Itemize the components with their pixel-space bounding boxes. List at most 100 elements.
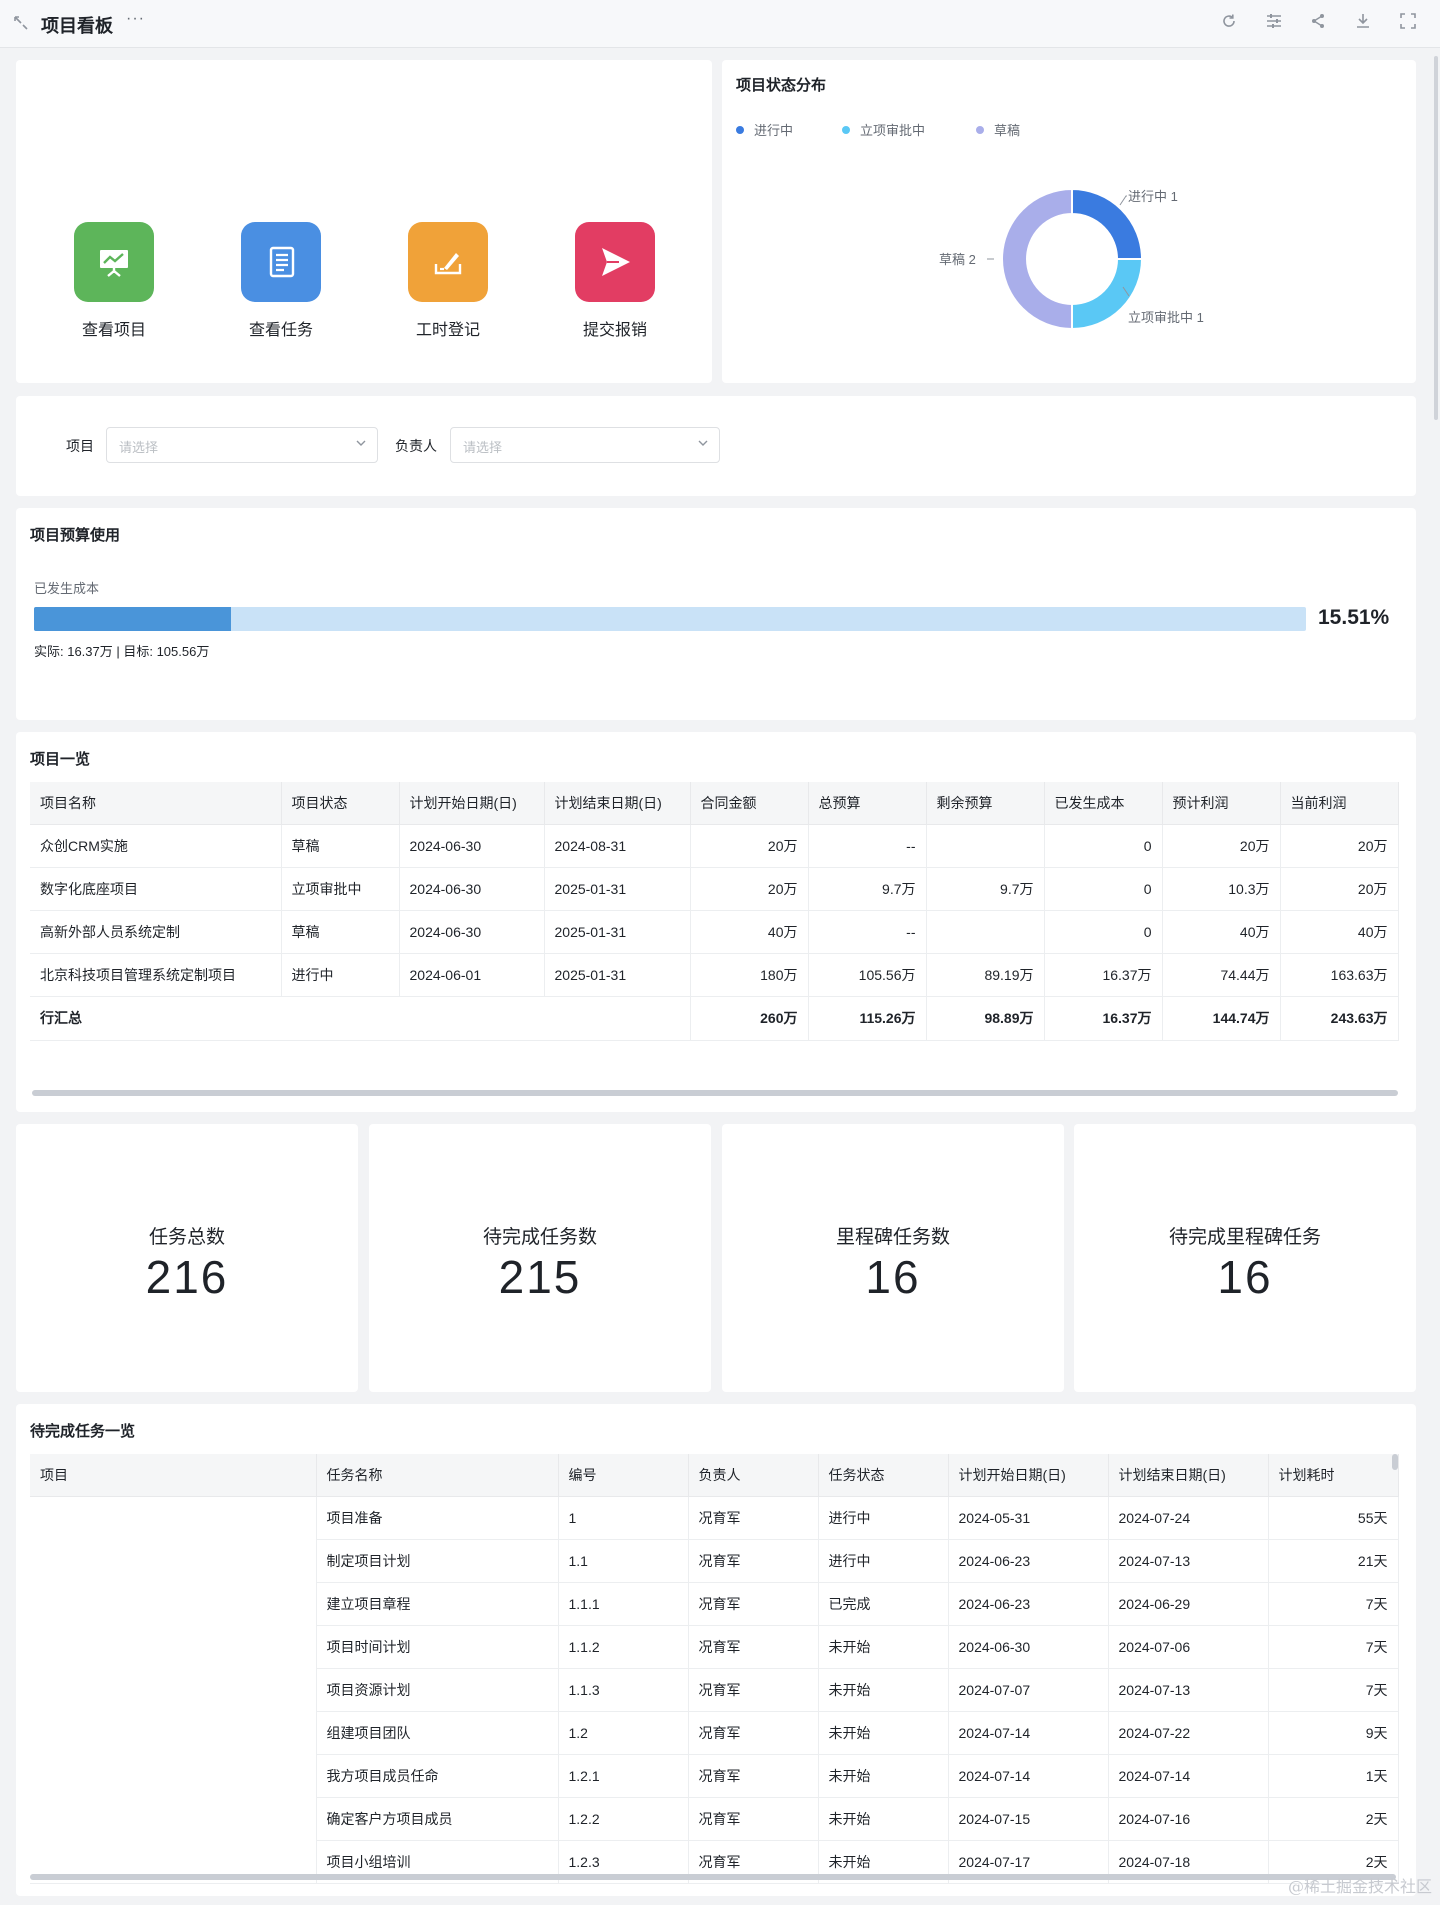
chevron-down-icon <box>697 437 709 452</box>
projects-card: 项目一览 项目名称 项目状态 计划开始日期(日) 计划结束日期(日) 合同金额 … <box>16 732 1416 1112</box>
quick-action-label: 提交报销 <box>582 322 647 339</box>
table-cell: 40万 <box>690 910 809 954</box>
table-cell: 2024-07-14 <box>948 1754 1109 1798</box>
table-row[interactable]: 项目准备 1 况育军 进行中 2024-05-31 2024-07-24 55天 <box>30 1496 1399 1884</box>
kpi-card-milestone-tasks: 里程碑任务数 16 <box>722 1124 1064 1392</box>
table-cell: 建立项目章程 <box>316 1582 559 1626</box>
total-cell: 16.37万 <box>1044 996 1163 1041</box>
table-cell: 未开始 <box>818 1754 949 1798</box>
budget-progress-fill <box>34 607 232 631</box>
page-scrollbar[interactable] <box>1434 56 1438 420</box>
document-list-icon <box>241 222 321 302</box>
table-cell: 2024-07-24 <box>1108 1496 1269 1540</box>
fullscreen-icon[interactable] <box>1397 12 1419 34</box>
table-cell: 40万 <box>1280 910 1399 954</box>
table-cell: 1.2 <box>558 1711 689 1755</box>
kpi-value: 216 <box>145 1251 229 1303</box>
table-cell: 况育军 <box>688 1711 819 1755</box>
table-cell: 163.63万 <box>1280 953 1399 997</box>
table-cell: 2025-01-31 <box>544 910 691 954</box>
table-cell: 数字化底座项目 <box>30 867 282 911</box>
table-cell: 2024-06-30 <box>948 1625 1109 1669</box>
table-cell: 1.1.3 <box>558 1668 689 1712</box>
filter-settings-icon[interactable] <box>1263 12 1285 34</box>
column-header[interactable]: 项目名称 <box>30 782 282 825</box>
project-select[interactable]: 请选择 <box>106 427 378 463</box>
quick-action-log-hours[interactable]: 工时登记 <box>398 222 498 340</box>
table-cell: 2024-05-31 <box>948 1496 1109 1540</box>
table-row[interactable]: 高新外部人员系统定制 草稿 2024-06-30 2025-01-31 40万 … <box>30 910 1399 954</box>
table-cell: 2024-07-16 <box>1108 1797 1269 1841</box>
column-header[interactable]: 计划结束日期(日) <box>544 782 691 825</box>
table-cell: 2024-06-01 <box>399 953 545 997</box>
table-cell: 项目准备 <box>316 1496 559 1540</box>
column-header[interactable]: 预计利润 <box>1162 782 1281 825</box>
table-row[interactable]: 众创CRM实施 草稿 2024-06-30 2024-08-31 20万 -- … <box>30 824 1399 868</box>
kpi-card-total-tasks: 任务总数 216 <box>16 1124 358 1392</box>
table-cell: 1天 <box>1268 1754 1399 1798</box>
watermark: @稀土掘金技术社区 <box>1287 1877 1432 1896</box>
column-header[interactable]: 计划结束日期(日) <box>1108 1454 1269 1497</box>
donut-slice-draft[interactable] <box>1001 187 1073 331</box>
pending-tasks-card: 待完成任务一览 项目 任务名称 编号 负责人 任务状态 计划开始日期(日) 计划… <box>16 1404 1416 1896</box>
horizontal-scrollbar[interactable] <box>30 1874 1396 1880</box>
column-header[interactable]: 合同金额 <box>690 782 809 825</box>
collapse-icon[interactable] <box>12 14 30 32</box>
table-cell: 20万 <box>1280 867 1399 911</box>
quick-actions-card: 查看项目 查看任务 工时登记 提交报销 <box>16 60 712 383</box>
total-cell: 115.26万 <box>808 996 927 1041</box>
column-header[interactable]: 计划开始日期(日) <box>948 1454 1109 1497</box>
table-cell: 1.2.2 <box>558 1797 689 1841</box>
column-header[interactable]: 剩余预算 <box>926 782 1045 825</box>
table-cell: 高新外部人员系统定制 <box>30 910 282 954</box>
column-header[interactable]: 项目 <box>30 1454 317 1497</box>
column-header[interactable]: 总预算 <box>808 782 927 825</box>
column-header[interactable]: 当前利润 <box>1280 782 1399 825</box>
kpi-card-pending-tasks: 待完成任务数 215 <box>369 1124 711 1392</box>
column-header[interactable]: 计划开始日期(日) <box>399 782 545 825</box>
table-row[interactable]: 北京科技项目管理系统定制项目 进行中 2024-06-01 2025-01-31… <box>30 953 1399 997</box>
table-cell: 2024-06-30 <box>399 867 545 911</box>
table-cell: 2024-06-23 <box>948 1582 1109 1626</box>
table-cell: 16.37万 <box>1044 953 1163 997</box>
table-cell: 7天 <box>1268 1668 1399 1712</box>
column-header[interactable]: 计划耗时 <box>1268 1454 1399 1497</box>
quick-action-view-projects[interactable]: 查看项目 <box>64 222 164 340</box>
column-header[interactable]: 负责人 <box>688 1454 819 1497</box>
select-placeholder: 请选择 <box>463 440 503 455</box>
slice-label-running: 进行中 1 <box>1128 189 1178 204</box>
column-header[interactable]: 项目状态 <box>281 782 400 825</box>
table-cell: 21天 <box>1268 1539 1399 1583</box>
table-row[interactable]: 数字化底座项目 立项审批中 2024-06-30 2025-01-31 20万 … <box>30 867 1399 911</box>
quick-action-submit-expense[interactable]: 提交报销 <box>565 222 665 340</box>
slice-label-draft: 草稿 2 <box>939 252 976 267</box>
share-icon[interactable] <box>1307 12 1329 34</box>
vertical-scrollbar[interactable] <box>1392 1454 1398 1470</box>
quick-action-view-tasks[interactable]: 查看任务 <box>231 222 331 340</box>
label-leader-line <box>1119 195 1127 206</box>
total-cell: 260万 <box>690 996 809 1041</box>
table-cell: 进行中 <box>818 1539 949 1583</box>
more-icon[interactable]: ··· <box>126 10 145 28</box>
horizontal-scrollbar[interactable] <box>32 1090 1398 1096</box>
table-cell: 草稿 <box>281 824 400 868</box>
table-cell: 未开始 <box>818 1711 949 1755</box>
table-cell: 况育军 <box>688 1797 819 1841</box>
table-cell: 未开始 <box>818 1797 949 1841</box>
column-header[interactable]: 任务状态 <box>818 1454 949 1497</box>
table-cell: 2天 <box>1268 1797 1399 1841</box>
column-header[interactable]: 编号 <box>558 1454 689 1497</box>
owner-select[interactable]: 请选择 <box>450 427 720 463</box>
table-cell: 2024-07-14 <box>948 1711 1109 1755</box>
refresh-icon[interactable] <box>1218 12 1240 34</box>
column-header[interactable]: 任务名称 <box>316 1454 559 1497</box>
download-icon[interactable] <box>1352 12 1374 34</box>
column-header[interactable]: 已发生成本 <box>1044 782 1163 825</box>
table-cell: 1.2.1 <box>558 1754 689 1798</box>
budget-detail: 实际: 16.37万 | 目标: 105.56万 <box>34 644 210 659</box>
table-cell: 0 <box>1044 824 1163 868</box>
total-cell: 144.74万 <box>1162 996 1281 1041</box>
slice-label-approval: 立项审批中 1 <box>1128 310 1204 325</box>
table-cell: 180万 <box>690 953 809 997</box>
table-cell: 2024-07-14 <box>1108 1754 1269 1798</box>
